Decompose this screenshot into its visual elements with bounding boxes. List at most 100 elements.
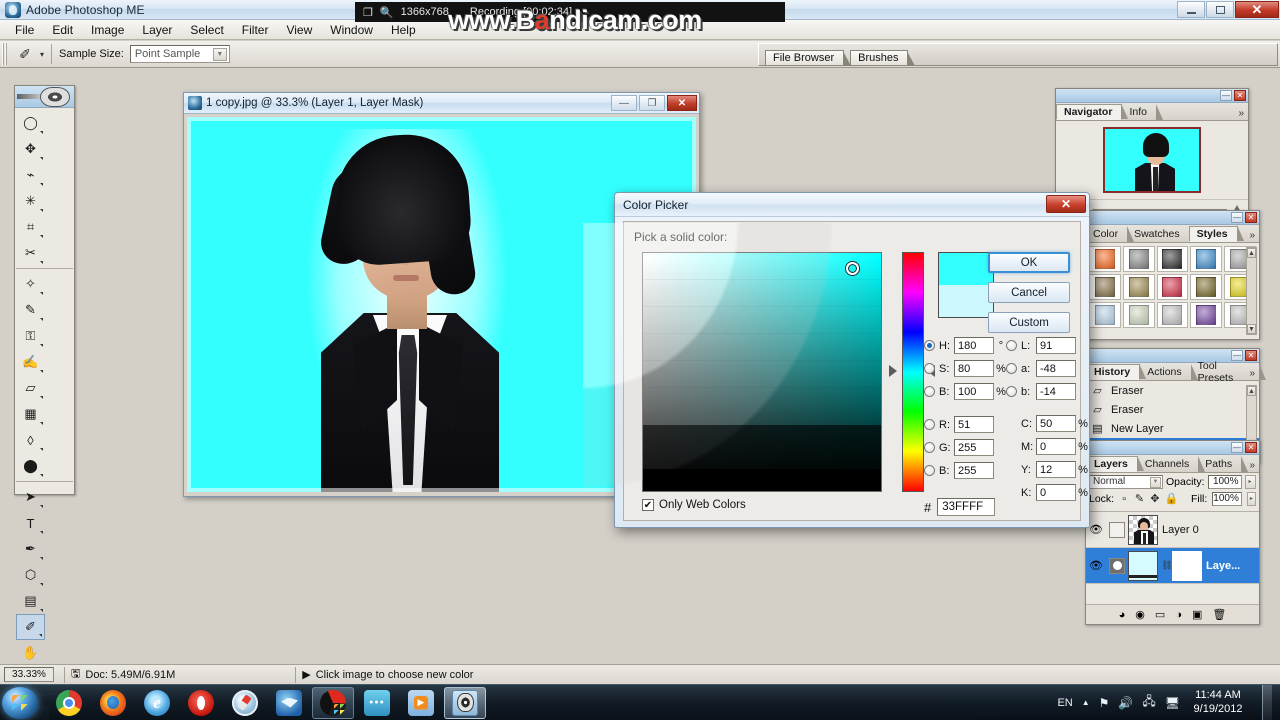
styles-menu-icon[interactable]: » [1249,230,1255,241]
radio-b[interactable] [924,465,935,476]
layers-menu-icon[interactable]: » [1249,460,1255,471]
options-bar-grip[interactable] [2,43,7,65]
menu-image[interactable]: Image [82,21,133,39]
layers-close-button[interactable]: ✕ [1245,442,1257,453]
style-swatch[interactable] [1089,274,1121,300]
gradient-tool[interactable]: ▦ [16,401,45,427]
flag-icon[interactable]: ⚑ [1099,696,1110,710]
minimize-button[interactable] [1177,1,1205,18]
radio-l[interactable] [1006,340,1017,351]
radio-g[interactable] [924,442,935,453]
close-button[interactable]: ✕ [1235,1,1279,18]
field-input-b[interactable]: 255 [954,462,994,479]
dodge-tool[interactable]: ⬤ [16,453,45,479]
tab-swatches[interactable]: Swatches [1127,226,1196,242]
cancel-button[interactable]: Cancel [988,282,1070,303]
pen-tool[interactable]: ✒ [16,536,45,562]
taskbar-item-messenger[interactable] [356,687,398,719]
scroll-up-icon[interactable]: ▲ [1247,248,1256,258]
marquee-elliptical-tool[interactable]: ◯ [16,110,45,136]
fill-stepper[interactable]: ▸ [1246,491,1256,506]
hand-tool[interactable]: ✋ [16,640,45,666]
brush-tool[interactable]: ✎ [16,297,45,323]
layer-mask-icon[interactable]: ◉ [1135,608,1145,621]
ok-button[interactable]: OK [988,252,1070,273]
taskbar-item-dreamweaver[interactable] [268,687,310,719]
sample-size-select[interactable]: Point Sample ▼ [129,45,230,63]
new-color-swatch[interactable] [939,253,993,285]
style-swatch[interactable] [1156,274,1189,300]
document-maximize-button[interactable]: ❐ [639,95,665,111]
navigator-close-button[interactable]: ✕ [1234,90,1246,101]
start-button[interactable] [2,686,38,719]
list-item[interactable]: ▤ New Layer [1086,419,1259,438]
layer-thumbnail[interactable] [1128,514,1158,545]
network-icon[interactable]: 🖧 [1142,692,1155,713]
field-input-h[interactable]: 180 [954,337,994,354]
chevron-down-icon[interactable]: ▾ [40,50,44,59]
volume-icon[interactable]: 🔊 [1118,696,1133,710]
chevron-down-icon[interactable]: ▼ [212,48,227,61]
menu-edit[interactable]: Edit [43,21,82,39]
tab-file-browser[interactable]: File Browser [765,50,852,66]
tab-channels[interactable]: Channels [1138,456,1206,472]
style-swatch[interactable] [1122,246,1155,272]
navigator-minimize-button[interactable]: — [1220,90,1232,101]
lock-position-icon[interactable]: ✥ [1150,492,1160,505]
hue-marker-left-icon[interactable] [889,365,897,377]
current-color-swatch[interactable] [939,285,993,317]
radio-s[interactable] [924,363,935,374]
tab-color[interactable]: Color [1086,226,1135,242]
opacity-stepper[interactable]: ▸ [1244,474,1256,489]
scroll-down-icon[interactable]: ▼ [1247,324,1256,334]
only-web-colors-checkbox[interactable]: ✔ [642,499,654,511]
history-menu-icon[interactable]: » [1249,368,1255,379]
menu-layer[interactable]: Layer [133,21,181,39]
mask-link-icon[interactable]: ⛓ [1161,560,1172,571]
styles-scrollbar[interactable]: ▲ ▼ [1246,247,1257,335]
document-minimize-button[interactable]: — [611,95,637,111]
slice-tool[interactable]: ✂ [16,240,45,266]
new-layer-icon[interactable]: ▣ [1192,608,1202,621]
styles-titlebar[interactable]: — ✕ [1086,211,1259,225]
taskbar-item-chrome-window[interactable] [312,686,354,719]
document-close-button[interactable]: ✕ [667,95,697,111]
path-selection-tool[interactable]: ➤ [16,484,45,510]
taskbar-item-chrome[interactable] [48,687,90,719]
color-selector-ring[interactable] [846,262,859,275]
style-swatch[interactable] [1089,246,1121,272]
maximize-button[interactable] [1206,1,1234,18]
style-swatch[interactable] [1190,302,1223,328]
menu-select[interactable]: Select [181,21,232,39]
language-indicator[interactable]: EN [1057,697,1072,709]
delete-layer-icon[interactable]: 🗑 [1212,608,1226,621]
radio-b[interactable] [924,386,935,397]
lock-all-icon[interactable]: 🔒 [1165,492,1179,505]
taskbar-clock[interactable]: 11:44 AM 9/19/2012 [1189,689,1247,717]
shape-tool[interactable]: ⬡ [16,562,45,588]
hue-slider[interactable] [902,252,924,492]
taskbar-item-opera[interactable] [180,687,222,719]
menu-filter[interactable]: Filter [233,21,278,39]
clone-stamp-tool[interactable]: ⚿ [16,323,45,349]
style-swatch[interactable] [1156,246,1189,272]
style-swatch[interactable] [1190,246,1223,272]
history-brush-tool[interactable]: ✍ [16,349,45,375]
styles-close-button[interactable]: ✕ [1245,212,1257,223]
tab-actions[interactable]: Actions [1140,364,1199,380]
menu-view[interactable]: View [277,21,321,39]
status-arrow-icon[interactable]: ▶ [302,668,310,681]
field-input-b[interactable]: -14 [1036,383,1076,400]
field-input-g[interactable]: 255 [954,439,994,456]
table-row[interactable]: 👁 ⛓ Laye... [1086,548,1259,584]
navigator-thumbnail-area[interactable] [1056,121,1248,199]
type-tool[interactable]: T [16,510,45,536]
move-tool[interactable]: ✥ [16,136,45,162]
scroll-up-icon[interactable]: ▲ [1247,386,1256,396]
tab-info[interactable]: Info [1122,104,1163,120]
field-input-r[interactable]: 51 [954,416,994,433]
lasso-tool[interactable]: ⌁ [16,162,45,188]
hex-input[interactable]: 33FFFF [937,498,996,516]
zoom-level-input[interactable]: 33.33% [4,667,54,682]
menu-file[interactable]: File [6,21,43,39]
